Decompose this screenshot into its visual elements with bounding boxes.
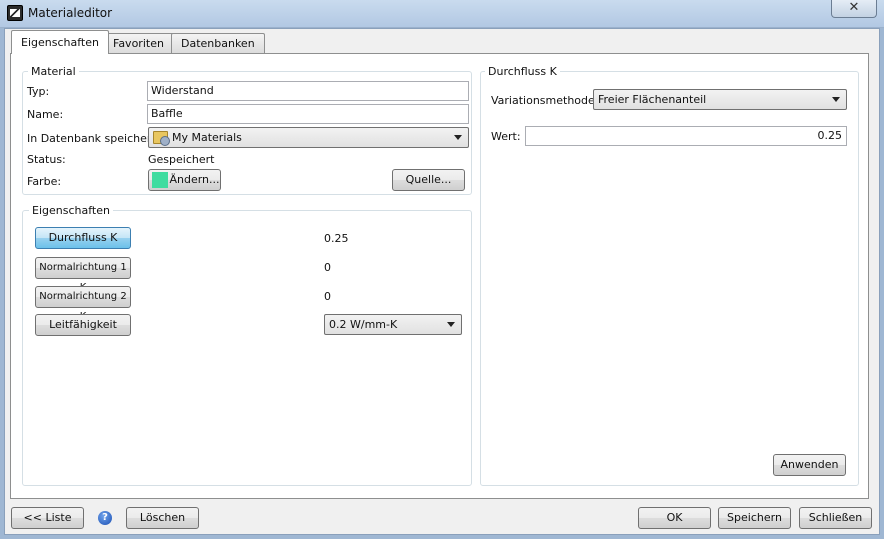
typ-field[interactable]: Widerstand: [147, 81, 469, 101]
status-value: Gespeichert: [148, 153, 215, 166]
database-label: In Datenbank speichern:: [27, 132, 162, 145]
property-value-normalrichtung-1-k: 0: [324, 261, 331, 274]
apply-button[interactable]: Anwenden: [773, 454, 846, 476]
detail-group-title: Durchfluss K: [485, 65, 560, 78]
method-select[interactable]: Freier Flächenanteil: [593, 89, 847, 110]
properties-group-title: Eigenschaften: [29, 204, 113, 217]
folder-icon: [153, 131, 170, 146]
delete-button[interactable]: Löschen: [126, 507, 199, 529]
property-value-normalrichtung-2-k: 0: [324, 290, 331, 303]
list-button[interactable]: << Liste: [11, 507, 84, 529]
tab-eigenschaften[interactable]: Eigenschaften: [11, 30, 109, 54]
name-field[interactable]: Baffle: [147, 104, 469, 124]
property-button-durchfluss-k[interactable]: Durchfluss K: [35, 227, 131, 249]
property-button-normalrichtung-1-k[interactable]: Normalrichtung 1 K: [35, 257, 131, 293]
close-window-button[interactable]: ✕: [831, 0, 877, 18]
source-button[interactable]: Quelle...: [392, 169, 465, 191]
conductivity-unit-value: 0.2 W/mm-K: [329, 318, 398, 331]
window-title: Materialeditor: [28, 6, 113, 20]
typ-label: Typ:: [27, 85, 50, 98]
ok-button[interactable]: OK: [638, 507, 711, 529]
title-bar: [0, 0, 884, 28]
method-label: Variationsmethode:: [491, 94, 599, 107]
value-label: Wert:: [491, 130, 521, 143]
change-color-label: Ändern...: [169, 173, 220, 186]
app-icon: [7, 5, 23, 21]
property-button-leitfaehigkeit[interactable]: Leitfähigkeit: [35, 314, 131, 336]
conductivity-unit-select[interactable]: 0.2 W/mm-K: [324, 314, 462, 335]
database-select[interactable]: My Materials: [148, 127, 469, 148]
save-button[interactable]: Speichern: [718, 507, 791, 529]
property-value-durchfluss-k: 0.25: [324, 232, 349, 245]
material-group-title: Material: [28, 65, 79, 78]
color-swatch: [152, 172, 168, 188]
tab-datenbanken[interactable]: Datenbanken: [171, 33, 265, 53]
farbe-label: Farbe:: [27, 175, 62, 188]
change-color-button[interactable]: Ändern...: [148, 169, 221, 191]
tab-favoriten[interactable]: Favoriten: [103, 33, 174, 53]
close-button[interactable]: Schließen: [799, 507, 872, 529]
chevron-down-icon: [454, 135, 462, 140]
name-label: Name:: [27, 108, 64, 121]
value-field[interactable]: 0.25: [525, 126, 847, 146]
chevron-down-icon: [447, 322, 455, 327]
method-select-value: Freier Flächenanteil: [598, 93, 707, 106]
properties-group: [22, 210, 472, 486]
database-select-value: My Materials: [172, 131, 242, 144]
status-label: Status:: [27, 153, 66, 166]
property-button-normalrichtung-2-k[interactable]: Normalrichtung 2 K: [35, 286, 131, 322]
help-icon[interactable]: ?: [98, 511, 112, 525]
chevron-down-icon: [832, 97, 840, 102]
